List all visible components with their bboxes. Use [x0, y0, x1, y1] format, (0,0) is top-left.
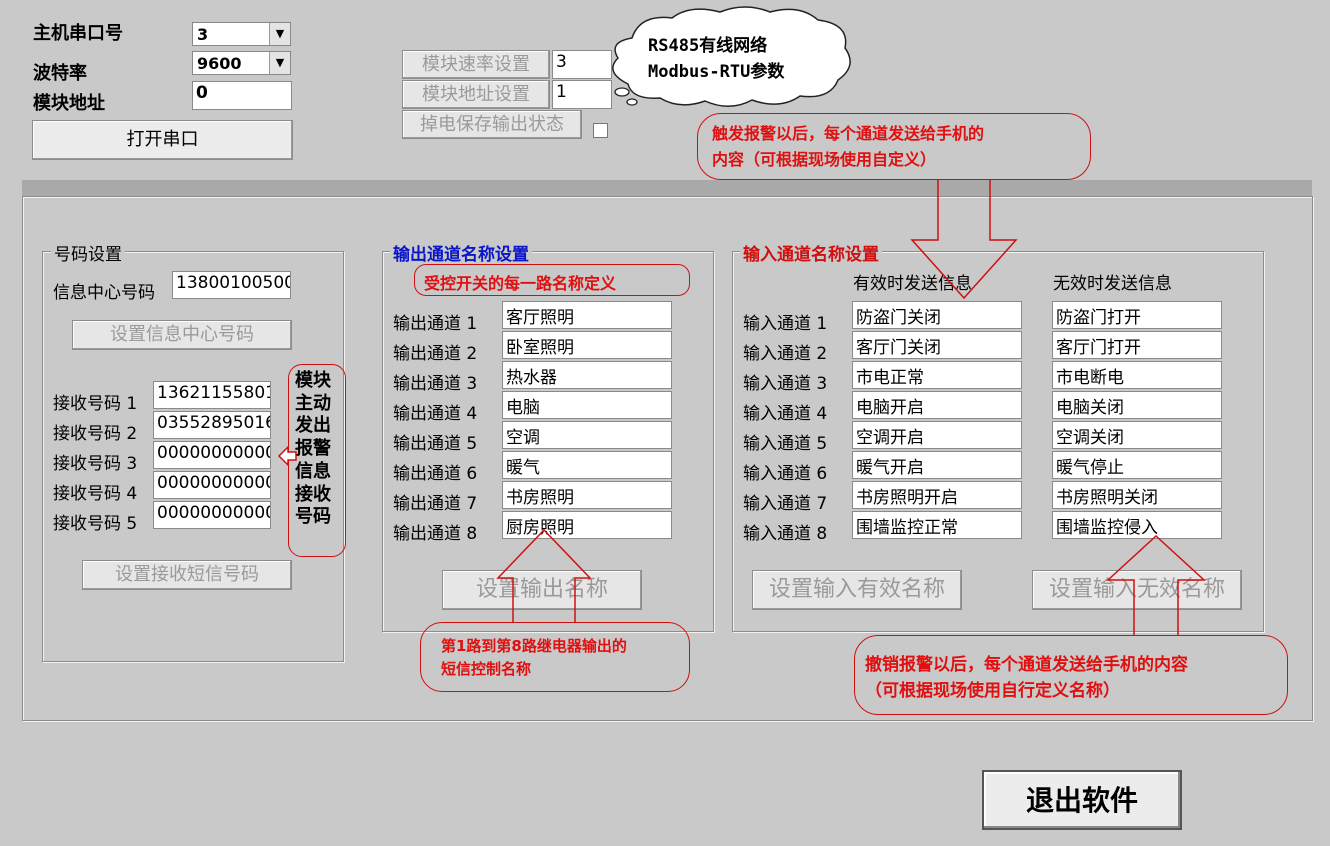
cancel-alarm-note: 撤销报警以后，每个通道发送给手机的内容 （可根据现场使用自行定义名称）: [854, 635, 1288, 715]
cancel-note-line2: （可根据现场使用自行定义名称）: [865, 681, 1120, 701]
relay-note-line1: 第1路到第8路继电器输出的: [441, 637, 627, 655]
exit-software-button[interactable]: 退出软件: [982, 770, 1182, 830]
up-arrow-icon: [496, 528, 1206, 635]
cancel-note-line1: 撤销报警以后，每个通道发送给手机的内容: [865, 655, 1188, 675]
relay-note-line2: 短信控制名称: [441, 660, 532, 678]
relay-output-note: 第1路到第8路继电器输出的 短信控制名称: [420, 622, 690, 692]
